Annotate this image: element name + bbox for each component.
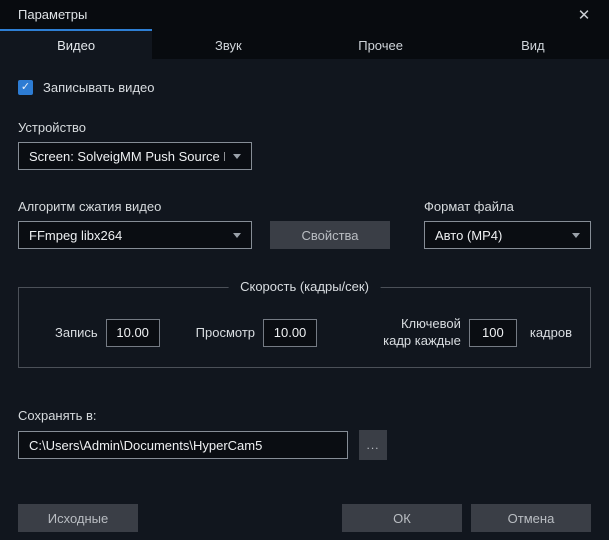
tab-view-label: Вид: [521, 38, 545, 53]
frames-suffix-label: кадров: [530, 325, 572, 340]
tab-other-label: Прочее: [358, 38, 403, 53]
cancel-button[interactable]: Отмена: [471, 504, 591, 532]
keyframe-label: Ключевой кадр каждые: [373, 316, 461, 349]
file-format-dropdown[interactable]: Авто (MP4): [424, 221, 591, 249]
tab-sound[interactable]: Звук: [152, 29, 304, 59]
record-fps-label: Запись: [55, 325, 98, 340]
footer-buttons: Исходные ОК Отмена: [18, 504, 591, 532]
file-format-label: Формат файла: [424, 199, 591, 214]
chevron-down-icon: [233, 154, 241, 159]
framerate-group-title: Скорость (кадры/сек): [228, 279, 381, 294]
save-path-input[interactable]: [18, 431, 348, 459]
browse-button[interactable]: ...: [359, 430, 387, 460]
device-dropdown-value: Screen: SolveigMM Push Source D: [29, 149, 225, 164]
device-label: Устройство: [18, 120, 591, 135]
codec-format-row: Алгоритм сжатия видео FFmpeg libx264 Сво…: [18, 199, 591, 249]
chevron-down-icon: [233, 233, 241, 238]
codec-label: Алгоритм сжатия видео: [18, 199, 252, 214]
tab-video-label: Видео: [57, 38, 95, 53]
checkmark-icon: ✓: [21, 82, 30, 93]
record-video-checkbox[interactable]: ✓: [18, 80, 33, 95]
properties-button[interactable]: Свойства: [270, 221, 390, 249]
close-button[interactable]: ✕: [571, 3, 597, 27]
save-to-section: Сохранять в: ...: [18, 408, 591, 460]
codec-cell: Алгоритм сжатия видео FFmpeg libx264: [18, 199, 252, 249]
defaults-button[interactable]: Исходные: [18, 504, 138, 532]
title-bar: Параметры ✕: [0, 0, 609, 29]
tab-view[interactable]: Вид: [457, 29, 609, 59]
save-path-row: ...: [18, 430, 591, 460]
dialog-title: Параметры: [18, 7, 87, 22]
tab-other[interactable]: Прочее: [305, 29, 457, 59]
record-video-row: ✓ Записывать видео: [18, 80, 591, 95]
chevron-down-icon: [572, 233, 580, 238]
device-dropdown[interactable]: Screen: SolveigMM Push Source D: [18, 142, 252, 170]
record-video-label: Записывать видео: [43, 80, 154, 95]
ok-button[interactable]: ОК: [342, 504, 462, 532]
record-fps-input[interactable]: [106, 319, 160, 347]
framerate-groupbox: Скорость (кадры/сек) Запись Просмотр Клю…: [18, 287, 591, 368]
keyframe-input[interactable]: [469, 319, 517, 347]
preview-fps-label: Просмотр: [196, 325, 255, 340]
file-format-cell: Формат файла Авто (MP4): [424, 199, 591, 249]
ellipsis-icon: ...: [366, 438, 379, 452]
tab-sound-label: Звук: [215, 38, 242, 53]
codec-dropdown[interactable]: FFmpeg libx264: [18, 221, 252, 249]
tab-video[interactable]: Видео: [0, 29, 152, 59]
options-dialog: Параметры ✕ Видео Звук Прочее Вид ✓ Запи…: [0, 0, 609, 540]
codec-dropdown-value: FFmpeg libx264: [29, 228, 225, 243]
video-tab-panel: ✓ Записывать видео Устройство Screen: So…: [0, 59, 609, 540]
close-icon: ✕: [578, 6, 591, 24]
tab-bar: Видео Звук Прочее Вид: [0, 29, 609, 59]
preview-fps-input[interactable]: [263, 319, 317, 347]
file-format-dropdown-value: Авто (MP4): [435, 228, 564, 243]
save-to-label: Сохранять в:: [18, 408, 591, 423]
